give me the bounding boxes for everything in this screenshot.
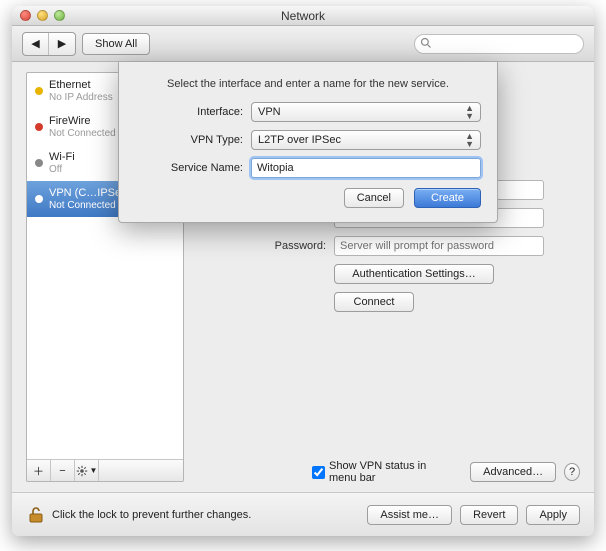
sheet-message: Select the interface and enter a name fo… xyxy=(135,78,481,90)
question-icon: ? xyxy=(569,466,575,478)
lock-row[interactable]: Click the lock to prevent further change… xyxy=(26,505,251,525)
service-actions-button[interactable]: ▼ xyxy=(75,460,99,481)
assist-button[interactable]: Assist me… xyxy=(367,505,452,525)
sidebar-item-status: Off xyxy=(49,164,75,175)
chevron-down-icon: ▼ xyxy=(90,466,98,475)
help-button[interactable]: ? xyxy=(564,463,580,481)
window-title: Network xyxy=(12,9,594,23)
search-input[interactable] xyxy=(414,34,584,54)
apply-button[interactable]: Apply xyxy=(526,505,580,525)
password-input[interactable] xyxy=(334,236,544,256)
search-field-wrap xyxy=(414,34,584,54)
status-dot-icon xyxy=(35,159,43,167)
new-service-sheet: Select the interface and enter a name fo… xyxy=(118,62,498,223)
connect-button[interactable]: Connect xyxy=(334,292,414,312)
sidebar-item-label: Wi-Fi xyxy=(49,151,75,163)
gear-icon xyxy=(76,465,88,477)
chevron-updown-icon: ▲▼ xyxy=(465,104,474,120)
select-value: L2TP over IPSec xyxy=(258,134,341,146)
prefs-window: Network ◀ ▶ Show All EthernetNo IP Addre… xyxy=(12,6,594,536)
servicename-label: Service Name: xyxy=(135,162,243,174)
chevron-right-icon: ▶ xyxy=(58,37,66,50)
show-status-checkbox[interactable]: Show VPN status in menu bar xyxy=(312,460,454,484)
sidebar-item-status: Not Connected xyxy=(49,128,116,139)
toolbar: ◀ ▶ Show All xyxy=(12,26,594,62)
sidebar-item-label: FireWire xyxy=(49,115,116,127)
status-dot-icon xyxy=(35,123,43,131)
search-icon xyxy=(420,37,432,49)
detail-bottom: Show VPN status in menu bar Advanced… ? xyxy=(184,460,580,484)
sidebar-item-status: No IP Address xyxy=(49,92,113,103)
servicename-input[interactable] xyxy=(251,158,481,178)
auth-settings-button[interactable]: Authentication Settings… xyxy=(334,264,494,284)
interface-select[interactable]: VPN ▲▼ xyxy=(251,102,481,122)
forward-button[interactable]: ▶ xyxy=(49,33,75,55)
vpntype-label: VPN Type: xyxy=(135,134,243,146)
remove-service-button[interactable]: − xyxy=(51,460,75,481)
status-dot-icon xyxy=(35,195,43,203)
password-label: Password: xyxy=(198,240,326,252)
back-button[interactable]: ◀ xyxy=(23,33,49,55)
minus-icon: − xyxy=(59,465,65,477)
chevron-left-icon: ◀ xyxy=(31,37,39,50)
create-button[interactable]: Create xyxy=(414,188,481,208)
lock-text: Click the lock to prevent further change… xyxy=(52,509,251,521)
footer: Click the lock to prevent further change… xyxy=(12,492,594,536)
show-status-input[interactable] xyxy=(312,466,325,479)
interface-label: Interface: xyxy=(135,106,243,118)
chevron-updown-icon: ▲▼ xyxy=(465,132,474,148)
title-bar: Network xyxy=(12,6,594,26)
sidebar-item-label: Ethernet xyxy=(49,79,113,91)
select-value: VPN xyxy=(258,106,281,118)
show-all-button[interactable]: Show All xyxy=(82,33,150,55)
unlock-icon xyxy=(26,505,46,525)
status-dot-icon xyxy=(35,87,43,95)
cancel-button[interactable]: Cancel xyxy=(344,188,404,208)
revert-button[interactable]: Revert xyxy=(460,505,518,525)
advanced-button[interactable]: Advanced… xyxy=(470,462,556,482)
vpntype-select[interactable]: L2TP over IPSec ▲▼ xyxy=(251,130,481,150)
nav-seg: ◀ ▶ xyxy=(22,32,76,56)
sidebar-footer: ＋ − ▼ xyxy=(27,459,183,481)
add-service-button[interactable]: ＋ xyxy=(27,460,51,481)
show-status-label: Show VPN status in menu bar xyxy=(329,460,454,484)
plus-icon: ＋ xyxy=(33,463,44,479)
